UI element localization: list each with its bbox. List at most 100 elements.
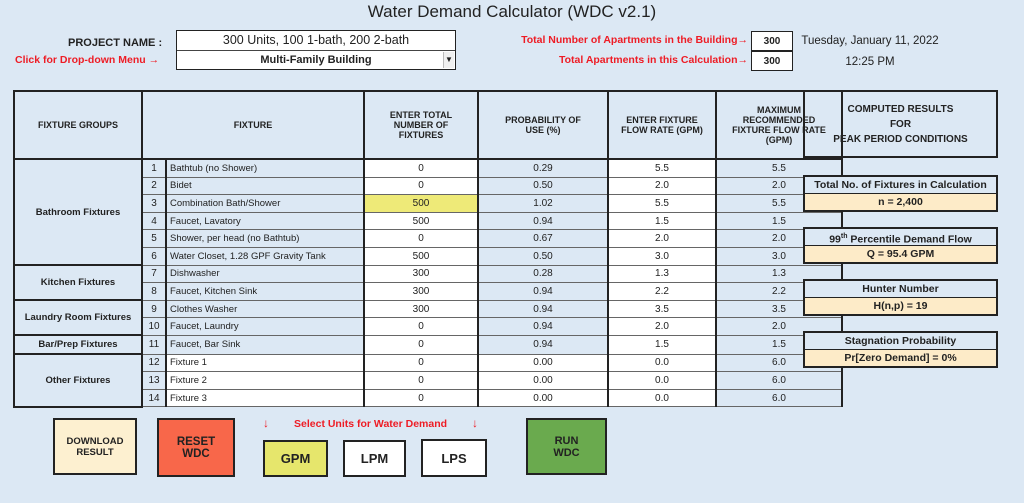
total-apartments-input[interactable]: 300 <box>751 31 793 51</box>
reset-wdc-button[interactable]: RESET WDC <box>157 418 235 477</box>
row-number: 11 <box>141 334 167 355</box>
unit-lps-button[interactable]: LPS <box>421 439 487 477</box>
fixture-count-input[interactable]: 0 <box>363 317 479 336</box>
fixture-name: Water Closet, 1.28 GPF Gravity Tank <box>165 246 365 266</box>
fixture-name: Faucet, Lavatory <box>165 211 365 231</box>
probability-cell: 0.94 <box>477 282 609 301</box>
results-heading-line3: PEAK PERIOD CONDITIONS <box>833 134 968 145</box>
results-heading-line2: FOR <box>889 119 912 130</box>
flow-rate-input[interactable]: 2.0 <box>607 229 717 248</box>
fixture-count-input[interactable]: 0 <box>363 158 479 178</box>
fixture-name: Faucet, Bar Sink <box>165 334 365 355</box>
unit-gpm-button[interactable]: GPM <box>263 440 328 477</box>
probability-cell: 0.94 <box>477 211 609 231</box>
hunter-number-label: Hunter Number <box>805 281 996 298</box>
table-row: Bar/Prep Fixtures 11 Faucet, Bar Sink 0 0.94… <box>13 334 843 356</box>
computed-results-heading: COMPUTED RESULTS FOR PEAK PERIOD CONDITI… <box>803 90 998 158</box>
fixture-count-input[interactable]: 0 <box>363 388 479 408</box>
demand-label-text: Percentile Demand Flow <box>847 233 972 246</box>
fixture-count-input[interactable]: 300 <box>363 299 479 319</box>
probability-cell: 0.50 <box>477 176 609 196</box>
stagnation-label: Stagnation Probability <box>805 333 996 350</box>
demand-flow-result: 99th Percentile Demand Flow Q = 95.4 GPM <box>803 227 998 264</box>
row-number: 12 <box>141 353 167 373</box>
fixture-count-input[interactable]: 0 <box>363 229 479 248</box>
fixture-name: Bidet <box>165 176 365 196</box>
run-label-1: RUN <box>554 434 579 447</box>
units-hint: Select Units for Water Demand <box>294 418 448 430</box>
project-name-input[interactable]: 300 Units, 100 1-bath, 200 2-bath <box>177 31 455 51</box>
fixture-name[interactable]: Fixture 3 <box>165 388 365 408</box>
flow-rate-input[interactable]: 5.5 <box>607 194 717 213</box>
row-number: 6 <box>141 246 167 266</box>
arrow-down-icon: ↓ <box>263 416 269 430</box>
row-number: 3 <box>141 194 167 213</box>
calc-apartments-label: Total Apartments in this Calculation→ <box>558 54 748 66</box>
probability-cell: 0.28 <box>477 264 609 284</box>
flow-rate-input[interactable]: 0.0 <box>607 388 717 408</box>
probability-cell: 0.29 <box>477 158 609 178</box>
fixture-count-input[interactable]: 300 <box>363 282 479 301</box>
row-number: 5 <box>141 229 167 248</box>
fixture-group-cell: Kitchen Fixtures <box>13 264 143 302</box>
building-type-value: Multi-Family Building <box>260 54 372 66</box>
demand-label-sup: th <box>840 233 848 240</box>
download-result-button[interactable]: DOWNLOAD RESULT <box>53 418 137 475</box>
row-number: 4 <box>141 211 167 231</box>
building-type-select[interactable]: Multi-Family Building ▼ <box>177 51 455 70</box>
flow-rate-input[interactable]: 2.2 <box>607 282 717 301</box>
probability-cell[interactable]: 0.00 <box>477 371 609 390</box>
fixture-count-input[interactable]: 0 <box>363 176 479 196</box>
dropdown-arrow-icon[interactable]: ▼ <box>443 52 454 68</box>
stagnation-value: Pr[Zero Demand] = 0% <box>805 350 996 366</box>
results-heading-line1: COMPUTED RESULTS <box>847 104 954 115</box>
app-title: Water Demand Calculator (WDC v2.1) <box>367 2 657 21</box>
flow-rate-input[interactable]: 1.5 <box>607 334 717 355</box>
header-probability: PROBABILITY OF USE (%) <box>477 90 609 160</box>
flow-rate-input[interactable]: 3.5 <box>607 299 717 319</box>
flow-rate-input[interactable]: 1.3 <box>607 264 717 284</box>
fixture-count-input[interactable]: 300 <box>363 264 479 284</box>
run-label-2: WDC <box>553 446 580 459</box>
header-count: ENTER TOTAL NUMBER OF FIXTURES <box>363 90 479 160</box>
fixture-count-input[interactable]: 500 <box>363 194 479 213</box>
calc-apartments-input[interactable]: 300 <box>751 51 793 71</box>
flow-rate-input[interactable]: 2.0 <box>607 176 717 196</box>
fixture-count-input[interactable]: 0 <box>363 353 479 373</box>
probability-cell: 0.94 <box>477 334 609 355</box>
total-fixtures-label: Total No. of Fixtures in Calculation <box>805 177 996 194</box>
reset-label-2: WDC <box>182 447 210 460</box>
probability-cell: 0.50 <box>477 246 609 266</box>
probability-cell[interactable]: 0.00 <box>477 388 609 408</box>
flow-rate-input[interactable]: 5.5 <box>607 158 717 178</box>
download-label-2: RESULT <box>76 446 114 458</box>
project-name-label: PROJECT NAME : <box>68 37 163 49</box>
fixture-count-input[interactable]: 500 <box>363 246 479 266</box>
fixture-name: Faucet, Laundry <box>165 317 365 336</box>
probability-cell: 0.94 <box>477 299 609 319</box>
header-flow-rate: ENTER FIXTURE FLOW RATE (GPM) <box>607 90 717 160</box>
total-fixtures-result: Total No. of Fixtures in Calculation n =… <box>803 175 998 212</box>
flow-rate-input[interactable]: 2.0 <box>607 317 717 336</box>
flow-rate-input[interactable]: 0.0 <box>607 371 717 390</box>
probability-cell: 1.02 <box>477 194 609 213</box>
fixture-count-input[interactable]: 500 <box>363 211 479 231</box>
fixture-count-input[interactable]: 0 <box>363 371 479 390</box>
max-flow-rate-cell: 6.0 <box>715 371 843 390</box>
row-number: 13 <box>141 371 167 390</box>
table-header-row: FIXTURE GROUPS FIXTURE ENTER TOTAL NUMBE… <box>13 90 843 160</box>
run-wdc-button[interactable]: RUN WDC <box>526 418 607 475</box>
fixture-name[interactable]: Fixture 1 <box>165 353 365 373</box>
flow-rate-input[interactable]: 1.5 <box>607 211 717 231</box>
fixture-name[interactable]: Fixture 2 <box>165 371 365 390</box>
fixture-name: Dishwasher <box>165 264 365 284</box>
table-row: Kitchen Fixtures 7 Dishwasher 300 0.28 1.3 1.3 <box>13 264 843 302</box>
hunter-number-value: H(n,p) = 19 <box>805 298 996 314</box>
unit-lpm-button[interactable]: LPM <box>343 440 406 477</box>
fixture-count-input[interactable]: 0 <box>363 334 479 355</box>
flow-rate-input[interactable]: 0.0 <box>607 353 717 373</box>
probability-cell[interactable]: 0.00 <box>477 353 609 373</box>
dropdown-hint: Click for Drop-down Menu → <box>15 54 160 66</box>
flow-rate-input[interactable]: 3.0 <box>607 246 717 266</box>
fixture-table: FIXTURE GROUPS FIXTURE ENTER TOTAL NUMBE… <box>13 90 843 408</box>
